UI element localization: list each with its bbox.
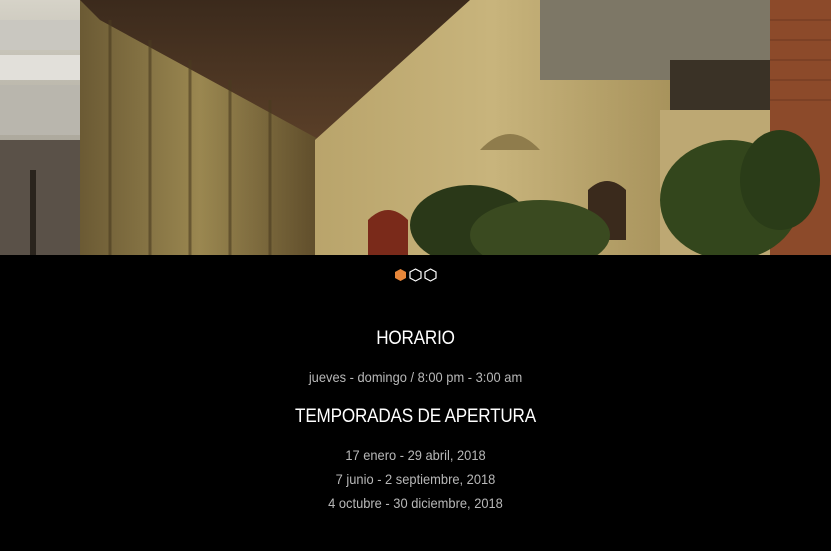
hero-image xyxy=(0,0,831,255)
season-date: 7 junio - 2 septiembre, 2018 xyxy=(335,471,496,487)
slide-dot-2[interactable] xyxy=(409,268,422,282)
schedule-hours: jueves - domingo / 8:00 pm - 3:00 am xyxy=(308,369,523,385)
slide-dot-1[interactable] xyxy=(394,268,407,282)
schedule-heading: HORARIO xyxy=(376,328,455,349)
season-date: 17 enero - 29 abril, 2018 xyxy=(345,447,486,463)
slide-dot-3[interactable] xyxy=(424,268,437,282)
seasons-heading: TEMPORADAS DE APERTURA xyxy=(295,406,536,427)
slider-pagination xyxy=(0,268,831,282)
season-date: 4 octubre - 30 diciembre, 2018 xyxy=(328,495,503,511)
